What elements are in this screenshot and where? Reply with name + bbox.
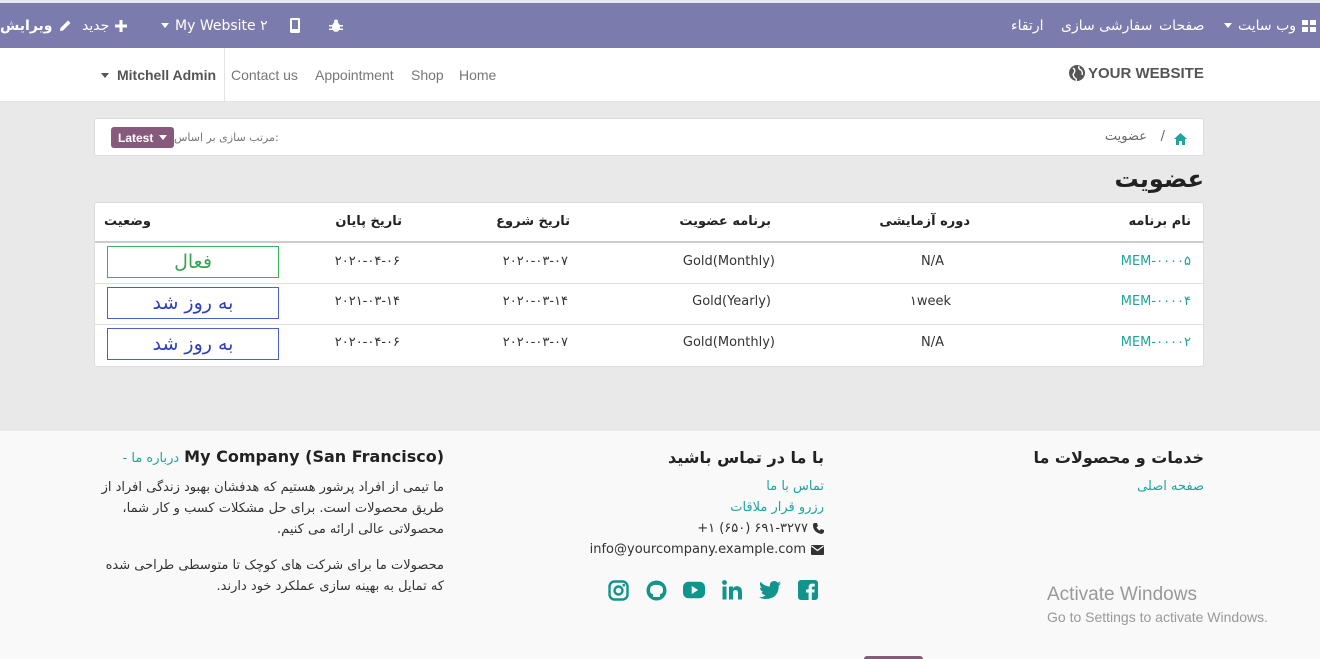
footer-company-title: My Company (San Francisco) xyxy=(184,447,444,466)
status-badge: فعال xyxy=(107,246,279,278)
start-cell: ۲۰۲۰-۰۳-۰۷ xyxy=(502,254,568,269)
header-trial: دوره آزمایشی xyxy=(879,214,970,229)
chevron-down-icon xyxy=(161,23,169,28)
footer-contact-link[interactable]: تماس با ما xyxy=(766,479,824,494)
footer-email-text: info@yourcompany.example.com xyxy=(589,542,806,557)
website-menu-label: وب سایت xyxy=(1238,17,1297,34)
sort-value: Latest xyxy=(118,130,154,145)
site-logo[interactable]: YOUR WEBSITE xyxy=(1068,64,1204,82)
end-cell: ۲۰۲۰-۰۴-۰۶ xyxy=(334,254,400,269)
breadcrumb-separator: / xyxy=(1160,129,1165,144)
footer-appointment-link[interactable]: رزرو قرار ملاقات xyxy=(730,500,824,515)
program-link[interactable]: MEM-۰۰۰۰۵ xyxy=(1121,254,1191,269)
footer-services-title: خدمات و محصولات ما xyxy=(1033,448,1204,467)
footer-about-link[interactable]: - درباره ما xyxy=(123,451,180,466)
pages-menu[interactable]: صفحات xyxy=(1159,3,1204,48)
trial-cell: N/A xyxy=(921,254,944,269)
home-icon[interactable] xyxy=(1174,130,1187,149)
sort-label: مرتب سازی بر اساس: xyxy=(174,131,279,144)
twitter-icon[interactable] xyxy=(759,579,781,601)
nav-shop[interactable]: Shop xyxy=(411,48,444,102)
instagram-icon[interactable] xyxy=(607,579,629,601)
admin-bar: وب سایت صفحات سفارشی سازی ارتقاء ویرایش … xyxy=(0,3,1320,48)
website-switcher[interactable]: My Website ۲ xyxy=(161,3,268,48)
grid-icon xyxy=(1302,19,1317,32)
program-link[interactable]: MEM-۰۰۰۰۴ xyxy=(1121,294,1191,309)
end-cell: ۲۰۲۰-۰۴-۰۶ xyxy=(334,335,400,350)
membership-table: نام برنامه دوره آزمایشی برنامه عضویت تار… xyxy=(94,202,1204,367)
header-start: تاریخ شروع xyxy=(496,214,570,229)
plus-icon xyxy=(115,19,128,32)
trial-cell: ۱week xyxy=(909,294,951,309)
edit-button[interactable]: ویرایش xyxy=(0,3,72,48)
plan-cell: Gold(Monthly) xyxy=(682,254,775,269)
footer-about-paragraph-1: ما تیمی از افراد پرشور هستیم که هدفشان ب… xyxy=(101,480,444,537)
bug-icon xyxy=(329,19,343,32)
sort-dropdown[interactable]: Latest xyxy=(111,127,175,148)
customize-menu-label: سفارشی سازی xyxy=(1061,17,1153,34)
chevron-down-icon xyxy=(1224,23,1232,28)
site-logo-text: YOUR WEBSITE xyxy=(1088,64,1204,82)
header-divider xyxy=(95,241,1203,243)
new-label: جدید xyxy=(82,17,110,34)
nav-contact-us[interactable]: Contact us xyxy=(231,48,298,102)
footer-contact-title: با ما در تماس باشید xyxy=(668,448,824,467)
user-name: Mitchell Admin xyxy=(117,67,217,83)
program-link[interactable]: MEM-۰۰۰۰۲ xyxy=(1121,335,1191,350)
activate-windows-title: Activate Windows xyxy=(1047,584,1197,605)
website-navbar: YOUR WEBSITE Home Shop Appointment Conta… xyxy=(0,48,1320,102)
footer-phone: +۱ (۶۵۰) ۶۹۱-۳۲۷۷ xyxy=(697,521,824,536)
start-cell: ۲۰۲۰-۰۳-۰۷ xyxy=(502,335,568,350)
youtube-icon[interactable] xyxy=(683,579,705,601)
edit-label: ویرایش xyxy=(0,17,53,34)
globe-icon xyxy=(1069,65,1085,82)
row-divider xyxy=(95,324,1203,325)
plan-cell: Gold(Monthly) xyxy=(682,335,775,350)
nav-appointment[interactable]: Appointment xyxy=(315,48,394,102)
user-menu[interactable]: Mitchell Admin xyxy=(101,48,226,102)
footer-phone-text: +۱ (۶۵۰) ۶۹۱-۳۲۷۷ xyxy=(697,521,808,536)
website-switcher-label: My Website ۲ xyxy=(175,17,268,34)
header-status: وضعیت xyxy=(103,214,151,229)
status-badge: به روز شد xyxy=(107,328,279,360)
plan-cell: Gold(Yearly) xyxy=(692,294,771,309)
phone-icon xyxy=(813,523,824,534)
footer-email: info@yourcompany.example.com xyxy=(590,542,824,557)
footer-about-paragraph-2: محصولات ما برای شرکت های کوچک تا متوسطی … xyxy=(105,558,444,594)
header-end: تاریخ پایان xyxy=(335,214,402,229)
chevron-down-icon xyxy=(101,72,109,78)
mobile-icon xyxy=(290,18,300,33)
new-button[interactable]: جدید xyxy=(82,3,128,48)
activate-windows-subtitle: Go to Settings to activate Windows. xyxy=(1047,609,1268,625)
linkedin-icon[interactable] xyxy=(721,579,743,601)
breadcrumb: / عضویت Latest مرتب سازی بر اساس: xyxy=(94,118,1204,156)
status-badge: به روز شد xyxy=(107,287,279,319)
nav-home[interactable]: Home xyxy=(459,48,496,102)
end-cell: ۲۰۲۱-۰۳-۱۴ xyxy=(334,294,400,309)
github-icon[interactable] xyxy=(645,579,667,601)
social-links xyxy=(607,579,819,601)
customize-menu[interactable]: سفارشی سازی xyxy=(1061,3,1152,48)
footer-home-link[interactable]: صفحه اصلی xyxy=(1137,479,1204,494)
header-program: نام برنامه xyxy=(1128,214,1191,229)
mobile-preview-button[interactable] xyxy=(290,3,300,48)
upgrade-menu-label: ارتقاء xyxy=(1011,17,1044,34)
page-title: عضویت xyxy=(1114,165,1204,193)
website-menu[interactable]: وب سایت xyxy=(1224,3,1317,48)
start-cell: ۲۰۲۰-۰۳-۱۴ xyxy=(502,294,568,309)
upgrade-menu[interactable]: ارتقاء xyxy=(1011,3,1043,48)
footer: خدمات و محصولات ما صفحه اصلی با ما در تم… xyxy=(0,431,1320,659)
chevron-down-icon xyxy=(159,135,168,140)
trial-cell: N/A xyxy=(921,335,944,350)
pencil-icon xyxy=(59,20,71,31)
pages-menu-label: صفحات xyxy=(1159,17,1205,34)
breadcrumb-current: عضویت xyxy=(1104,129,1147,144)
footer-company-heading: - درباره ما My Company (San Francisco) xyxy=(123,447,444,466)
envelope-icon xyxy=(811,544,824,555)
facebook-icon[interactable] xyxy=(797,579,819,601)
debug-button[interactable] xyxy=(329,3,343,48)
header-plan: برنامه عضویت xyxy=(679,214,771,229)
row-divider xyxy=(95,283,1203,284)
